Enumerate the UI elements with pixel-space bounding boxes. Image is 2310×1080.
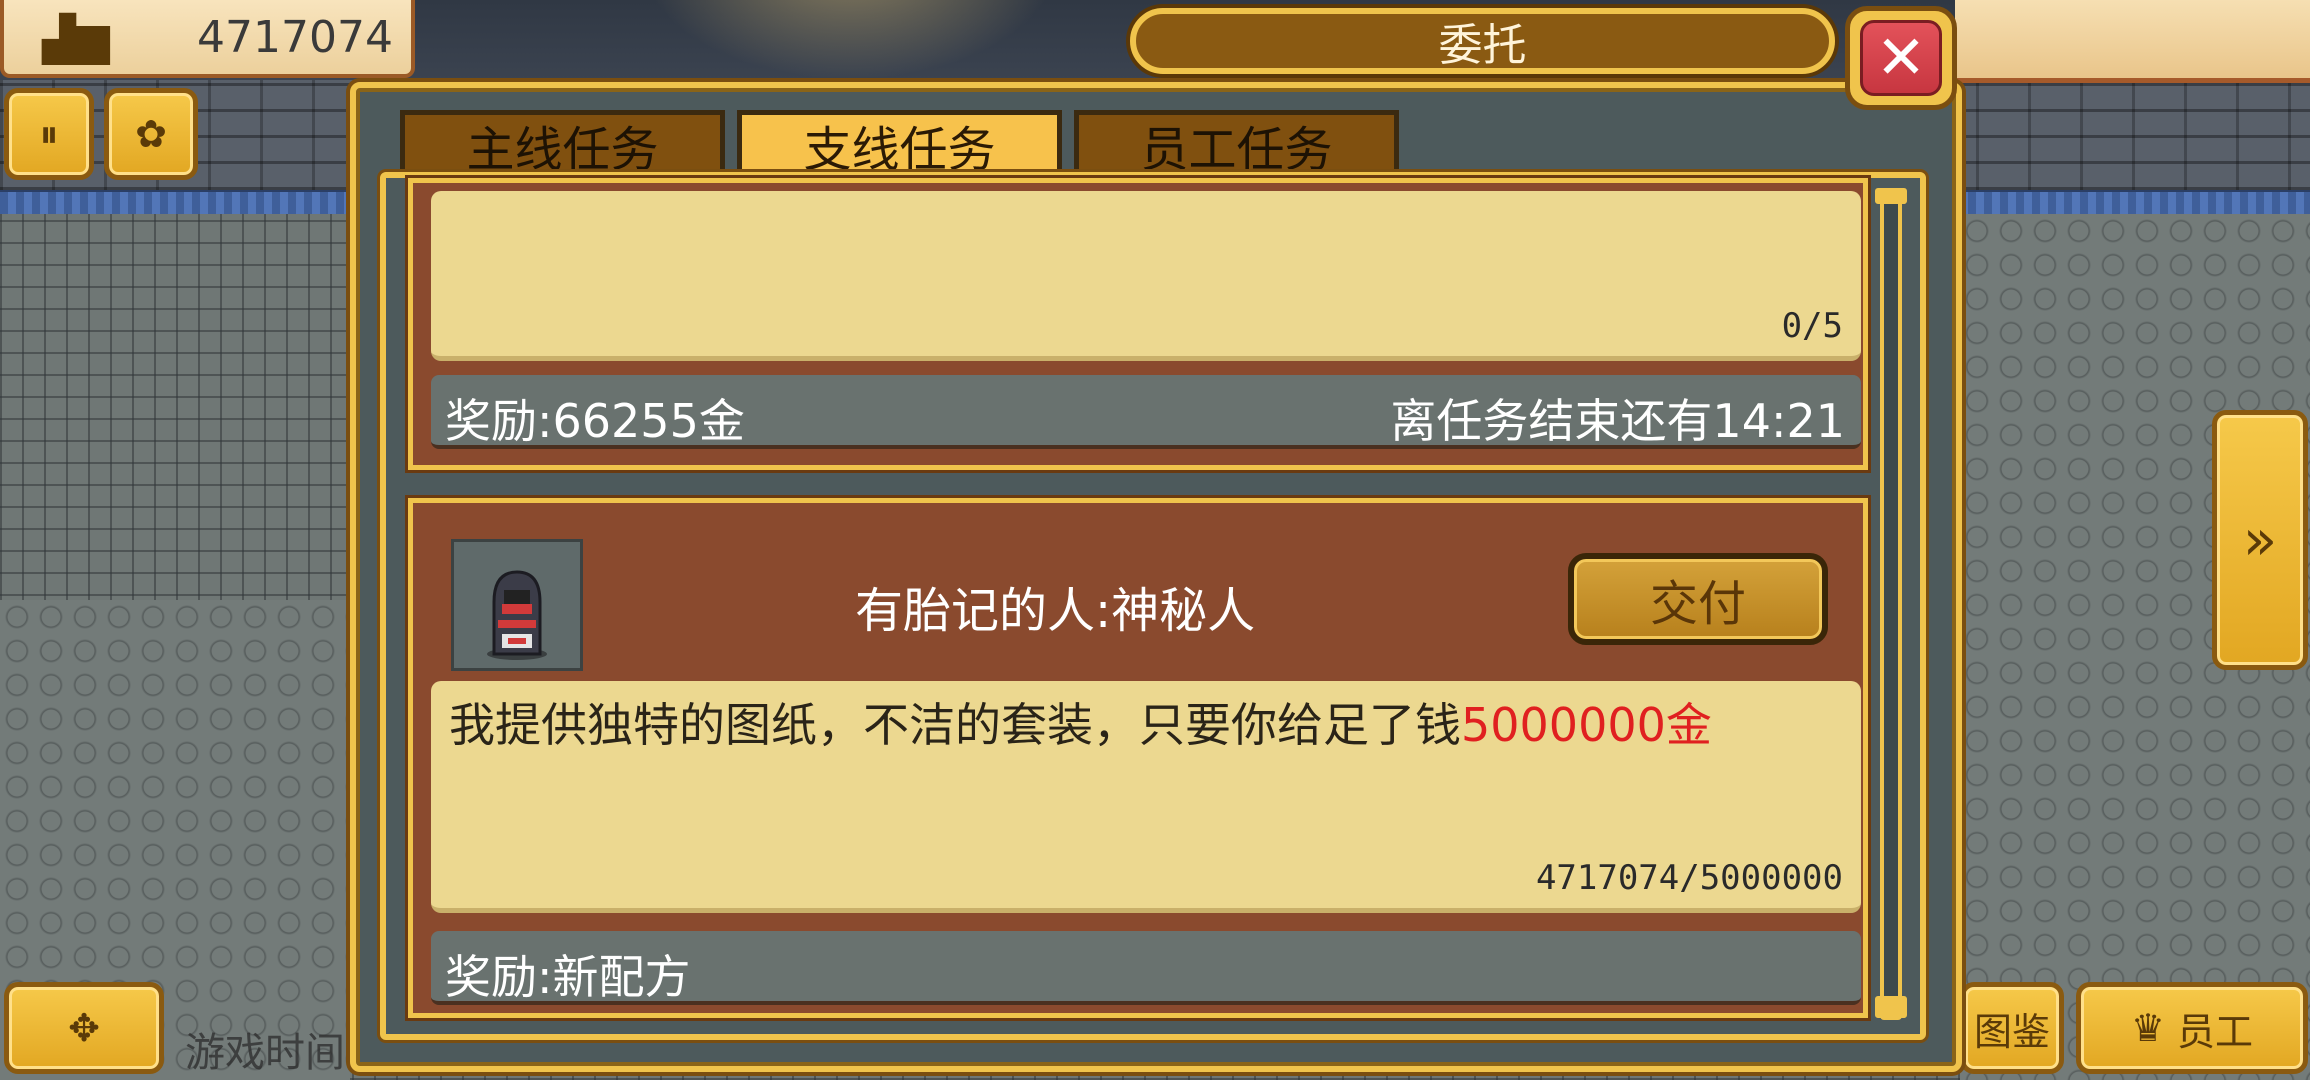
close-button[interactable]: ✕	[1845, 6, 1957, 110]
tab-label: 主线任务	[466, 121, 659, 178]
deliver-button[interactable]: 交付	[1568, 553, 1828, 645]
reward-bar: 奖励:新配方	[431, 931, 1861, 1005]
reward-text: 奖励:66255金	[445, 394, 745, 448]
time-remaining: 离任务结束还有14:21	[1390, 394, 1845, 448]
reward-bar: 奖励:66255金 离任务结束还有14:21	[431, 375, 1861, 449]
next-page-button[interactable]: »	[2212, 410, 2308, 670]
quest-progress: 0/5	[1781, 306, 1843, 346]
tab-main-quests[interactable]: 主线任务	[400, 110, 725, 178]
close-icon: ✕	[1860, 20, 1942, 96]
pause-icon: ⏸	[39, 111, 59, 156]
crown-icon: ♛	[2130, 1006, 2166, 1050]
double-arrow-right-icon: »	[2242, 507, 2278, 573]
tab-staff-quests[interactable]: 员工任务	[1074, 110, 1399, 178]
money-display: ▟▆ 4717074	[0, 0, 415, 78]
top-right-banner	[1955, 0, 2310, 83]
staff-button[interactable]: ♛ 员工	[2076, 982, 2308, 1074]
quest-description-box: 我提供独特的图纸，不洁的套装，只要你给足了钱5000000金 4717074/5…	[431, 681, 1861, 913]
hooded-figure-icon	[487, 570, 547, 660]
game-time-label: 游戏时间	[185, 1030, 345, 1076]
gold-stack-icon: ▟▆	[42, 14, 110, 65]
quest-card: 0/5 奖励:66255金 离任务结束还有14:21	[408, 178, 1868, 470]
scrollbar-thumb[interactable]	[1875, 996, 1907, 1018]
map-button[interactable]: ✿	[104, 88, 198, 180]
dpad-icon: ✥	[68, 1006, 100, 1050]
scrollbar[interactable]	[1880, 188, 1902, 1020]
deliver-label: 交付	[1649, 576, 1746, 632]
collection-label: 图鉴	[1973, 1009, 2050, 1054]
money-value: 4717074	[197, 12, 393, 63]
dialog-title-text: 委托	[1438, 20, 1527, 71]
tab-side-quests[interactable]: 支线任务	[737, 110, 1062, 178]
quest-description-box: 0/5	[431, 191, 1861, 361]
npc-avatar	[451, 539, 583, 671]
pause-button[interactable]: ⏸	[4, 88, 94, 180]
map-icon: ✿	[135, 112, 167, 156]
staff-label: 员工	[2177, 1009, 2254, 1054]
tab-label: 员工任务	[1140, 121, 1333, 178]
required-gold: 5000000金	[1461, 698, 1712, 752]
description-text: 我提供独特的图纸，不洁的套装，只要你给足了钱	[449, 698, 1461, 752]
quest-progress: 4717074/5000000	[1535, 858, 1843, 898]
quest-card: 有胎记的人:神秘人 交付 我提供独特的图纸，不洁的套装，只要你给足了钱50000…	[408, 498, 1868, 1018]
npc-name: 有胎记的人:神秘人	[855, 583, 1256, 639]
reward-text: 奖励:新配方	[445, 950, 691, 1004]
quest-description: 我提供独特的图纸，不洁的套装，只要你给足了钱5000000金	[449, 689, 1712, 755]
dialog-title: 委托	[1130, 8, 1835, 74]
direction-button[interactable]: ✥	[4, 982, 164, 1074]
collection-button[interactable]: 图鉴	[1960, 982, 2064, 1074]
scrollbar-top-cap	[1875, 188, 1907, 204]
tab-label: 支线任务	[803, 121, 996, 178]
